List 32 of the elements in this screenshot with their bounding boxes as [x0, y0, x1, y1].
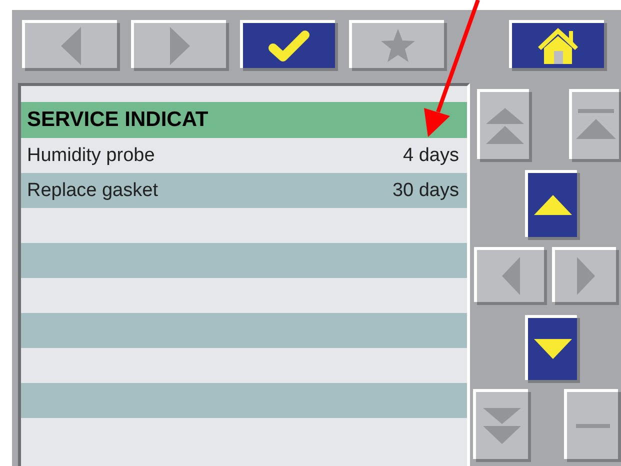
minus-icon: [576, 424, 610, 428]
down-button[interactable]: [525, 315, 577, 380]
right-triangle-icon: [576, 257, 594, 295]
list-row[interactable]: Humidity probe 4 days: [21, 138, 467, 173]
forward-button[interactable]: [131, 20, 226, 68]
right-button[interactable]: [552, 247, 616, 302]
list-row[interactable]: Replace gasket 30 days: [21, 173, 467, 208]
left-triangle-icon: [61, 26, 81, 64]
top-button[interactable]: [569, 89, 619, 159]
right-triangle-icon: [170, 26, 190, 64]
item-value: 30 days: [392, 180, 459, 202]
item-label: Replace gasket: [27, 180, 158, 202]
down-triangle-icon: [534, 339, 572, 359]
star-button[interactable]: [349, 20, 444, 68]
back-button[interactable]: [22, 20, 117, 68]
double-up-triangle-icon: [486, 108, 524, 144]
page-up-button[interactable]: [477, 89, 529, 159]
left-button[interactable]: [474, 247, 544, 302]
bottom-button[interactable]: [473, 389, 528, 459]
item-label: Humidity probe: [27, 144, 155, 166]
up-button[interactable]: [525, 170, 577, 237]
check-button[interactable]: [240, 20, 335, 68]
list-title: SERVICE INDICAT: [21, 102, 467, 138]
up-triangle-icon: [534, 195, 572, 215]
checkmark-icon: [268, 30, 310, 62]
home-button[interactable]: [509, 20, 604, 68]
home-icon: [537, 26, 579, 64]
item-value: 4 days: [403, 144, 459, 166]
minus-button[interactable]: [564, 389, 618, 459]
left-triangle-icon: [502, 257, 520, 295]
star-icon: [380, 28, 416, 62]
double-down-triangle-icon: [483, 408, 521, 444]
